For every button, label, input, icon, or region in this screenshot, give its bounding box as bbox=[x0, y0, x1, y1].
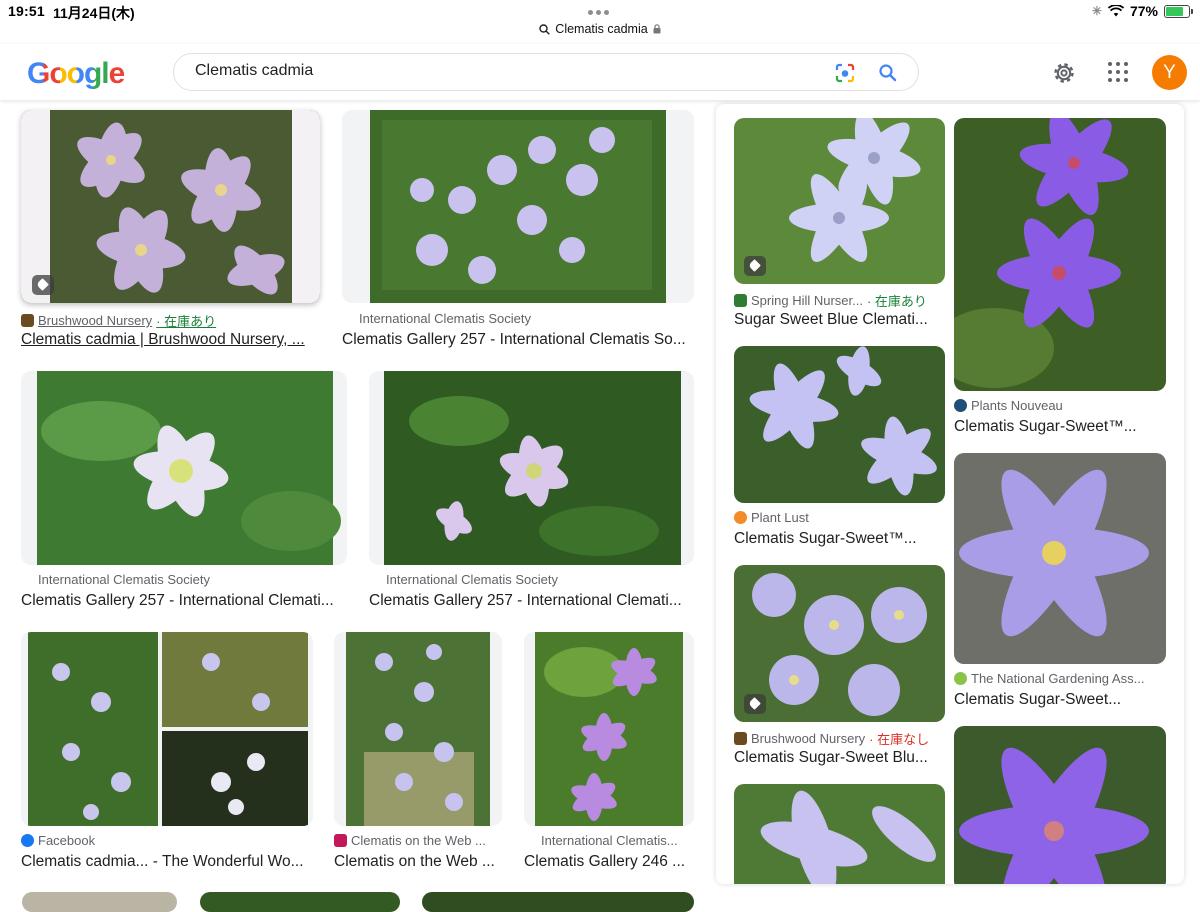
related-1-source[interactable]: Spring Hill Nurser... · 在庫あり bbox=[734, 291, 945, 310]
lens-camera-icon[interactable] bbox=[834, 62, 856, 84]
related-5-source[interactable]: Brushwood Nursery · 在庫なし bbox=[734, 729, 945, 748]
url-label: Clematis cadmia bbox=[555, 22, 648, 36]
search-header: Google bbox=[0, 44, 1200, 100]
brushwood-favicon-icon bbox=[734, 732, 747, 745]
related-3-source[interactable]: Plant Lust bbox=[734, 510, 945, 525]
status-time: 19:51 bbox=[8, 3, 45, 19]
brushwood-favicon-icon bbox=[21, 314, 34, 327]
url-bar[interactable]: Clematis cadmia bbox=[0, 22, 1200, 40]
battery-icon bbox=[1164, 4, 1193, 18]
settings-gear-icon[interactable] bbox=[1051, 60, 1077, 86]
google-logo[interactable]: Google bbox=[27, 57, 125, 91]
ngb-favicon-icon bbox=[954, 672, 967, 685]
result-2-title[interactable]: Clematis Gallery 257 - International Cle… bbox=[342, 331, 687, 349]
related-image-7[interactable] bbox=[734, 784, 945, 884]
plantlust-favicon-icon bbox=[734, 511, 747, 524]
result-image-4[interactable] bbox=[369, 371, 694, 565]
result-image-8[interactable] bbox=[22, 892, 177, 912]
search-input[interactable] bbox=[195, 62, 815, 80]
search-submit-icon[interactable] bbox=[878, 63, 898, 83]
related-4-title[interactable]: Clematis Sugar-Sweet... bbox=[954, 691, 1166, 709]
result-image-7[interactable] bbox=[524, 632, 694, 826]
result-4-title[interactable]: Clematis Gallery 257 - International Cle… bbox=[369, 592, 687, 610]
loading-icon: ✳ bbox=[1091, 4, 1102, 18]
related-4-source[interactable]: The National Gardening Ass... bbox=[954, 671, 1166, 686]
springhill-favicon-icon bbox=[734, 294, 747, 307]
product-tag-icon bbox=[744, 694, 766, 714]
search-box[interactable] bbox=[173, 53, 919, 91]
lock-icon bbox=[653, 24, 661, 34]
cotw-favicon-icon bbox=[334, 834, 347, 847]
result-6-source[interactable]: Clematis on the Web ... bbox=[334, 833, 502, 848]
wifi-icon bbox=[1107, 5, 1124, 17]
related-image-6[interactable] bbox=[954, 726, 1166, 884]
result-5-title[interactable]: Clematis cadmia... - The Wonderful Wo... bbox=[21, 853, 313, 871]
google-apps-icon[interactable] bbox=[1108, 62, 1128, 82]
search-icon bbox=[539, 23, 551, 35]
related-2-source[interactable]: Plants Nouveau bbox=[954, 398, 1166, 413]
facebook-favicon-icon bbox=[21, 834, 34, 847]
result-3-title[interactable]: Clematis Gallery 257 - International Cle… bbox=[21, 592, 339, 610]
result-image-2[interactable] bbox=[342, 110, 694, 303]
result-image-5[interactable] bbox=[21, 632, 313, 826]
related-1-title[interactable]: Sugar Sweet Blue Clemati... bbox=[734, 311, 945, 329]
status-date: 11月24日(木) bbox=[53, 5, 135, 21]
result-6-title[interactable]: Clematis on the Web ... bbox=[334, 853, 502, 871]
related-2-title[interactable]: Clematis Sugar-Sweet™... bbox=[954, 418, 1166, 436]
related-3-title[interactable]: Clematis Sugar-Sweet™... bbox=[734, 530, 945, 548]
multitask-dots-icon[interactable] bbox=[588, 10, 609, 15]
product-tag-icon bbox=[744, 256, 766, 276]
plantsnouveau-favicon-icon bbox=[954, 399, 967, 412]
result-image-1[interactable] bbox=[21, 110, 320, 303]
result-3-source[interactable]: International Clematis Society bbox=[38, 572, 338, 587]
status-bar: 19:51 11月24日(木) ✳ 77% bbox=[0, 0, 1200, 24]
related-image-3[interactable] bbox=[734, 346, 945, 503]
related-image-2[interactable] bbox=[954, 118, 1166, 391]
result-image-10[interactable] bbox=[422, 892, 694, 912]
result-7-title[interactable]: Clematis Gallery 246 ... bbox=[524, 853, 694, 871]
result-2-source[interactable]: International Clematis Society bbox=[359, 311, 689, 326]
result-5-source[interactable]: Facebook bbox=[21, 833, 311, 848]
related-image-4[interactable] bbox=[954, 453, 1166, 664]
account-avatar[interactable]: Y bbox=[1152, 55, 1187, 90]
battery-percent: 77% bbox=[1129, 3, 1158, 19]
result-image-3[interactable] bbox=[21, 371, 347, 565]
related-5-title[interactable]: Clematis Sugar-Sweet Blu... bbox=[734, 749, 945, 767]
related-panel: Spring Hill Nurser... · 在庫あり Sugar Sweet… bbox=[716, 104, 1184, 884]
product-tag-icon bbox=[32, 275, 54, 295]
result-4-source[interactable]: International Clematis Society bbox=[386, 572, 686, 587]
result-image-6[interactable] bbox=[334, 632, 502, 826]
result-1-title[interactable]: Clematis cadmia | Brushwood Nursery, ... bbox=[21, 331, 316, 349]
result-1-source[interactable]: Brushwood Nursery · 在庫あり bbox=[21, 311, 321, 330]
result-7-source[interactable]: International Clematis... bbox=[541, 833, 691, 848]
result-image-9[interactable] bbox=[200, 892, 400, 912]
